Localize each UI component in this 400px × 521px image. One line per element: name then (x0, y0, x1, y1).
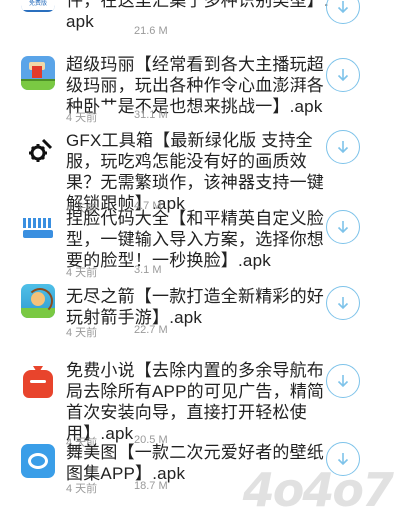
file-size: 22.7 M (134, 324, 168, 336)
download-circle-icon (337, 221, 349, 234)
download-button[interactable] (326, 210, 360, 244)
list-item[interactable]: 超级玛丽【经常看到各大主播玩超级玛丽，玩出各种作令心血澎湃各种卧艹是不是也想来挑… (0, 50, 400, 128)
download-button[interactable] (326, 286, 360, 320)
download-circle-icon (337, 1, 349, 14)
novel-app-icon (21, 366, 55, 400)
download-circle-icon (337, 375, 349, 388)
download-button[interactable] (326, 130, 360, 164)
publish-date: 4 天前 (66, 267, 98, 279)
list-item[interactable]: 免费版 件，在这里汇集了多种识别类型】.apk 21.6 M (0, 0, 400, 50)
publish-date: 4 天前 (66, 483, 98, 495)
download-circle-icon (337, 297, 349, 310)
publish-date: 4 天前 (66, 327, 98, 339)
app-title: 无尽之箭【一款打造全新精彩的好玩射箭手游】.apk (66, 287, 324, 327)
download-button[interactable] (326, 0, 360, 24)
face-code-icon (21, 212, 55, 246)
publish-date: 4 天前 (66, 112, 98, 124)
mario-game-icon (21, 56, 55, 90)
download-button[interactable] (326, 364, 360, 398)
gear-tool-icon (21, 134, 55, 168)
partial-app-icon: 免费版 (21, 0, 55, 12)
list-item[interactable]: 无尽之箭【一款打造全新精彩的好玩射箭手游】.apk 4 天前 22.7 M (0, 284, 400, 358)
app-title: 免费小说【去除内置的多余导航布局去除所有APP的可见广告，精简首次安装向导，直接… (66, 361, 325, 443)
download-circle-icon (337, 69, 349, 82)
app-title: 件，在这里汇集了多种识别类型】.apk (66, 0, 329, 31)
file-size: 3.1 M (134, 264, 162, 276)
list-item[interactable]: 捏脸代码大全【和平精英自定义脸型，一键输入导入方案，选择你想要的脸型！一秒换脸】… (0, 206, 400, 284)
list-item[interactable]: 免费小说【去除内置的多余导航布局去除所有APP的可见广告，精简首次安装向导，直接… (0, 358, 400, 449)
list-item[interactable]: GFX工具箱【最新绿化版 支持全服，玩吃鸡怎能没有好的画质效果？无需繁琐作，该神… (0, 128, 400, 215)
file-size: 18.7 M (134, 480, 168, 492)
file-size: 31.1 M (134, 109, 168, 121)
site-watermark: 4o4o7 (242, 463, 394, 517)
download-button[interactable] (326, 58, 360, 92)
download-circle-icon (337, 141, 349, 154)
archer-game-icon (21, 284, 55, 318)
file-size: 21.6 M (134, 25, 168, 37)
app-title: GFX工具箱【最新绿化版 支持全服，玩吃鸡怎能没有好的画质效果？无需繁琐作，该神… (66, 131, 324, 213)
app-title: 捏脸代码大全【和平精英自定义脸型，一键输入导入方案，选择你想要的脸型！一秒换脸】… (66, 209, 324, 270)
wallpaper-app-icon (21, 444, 55, 478)
app-title: 超级玛丽【经常看到各大主播玩超级玛丽，玩出各种作令心血澎湃各种卧艹是不是也想来挑… (66, 55, 324, 116)
